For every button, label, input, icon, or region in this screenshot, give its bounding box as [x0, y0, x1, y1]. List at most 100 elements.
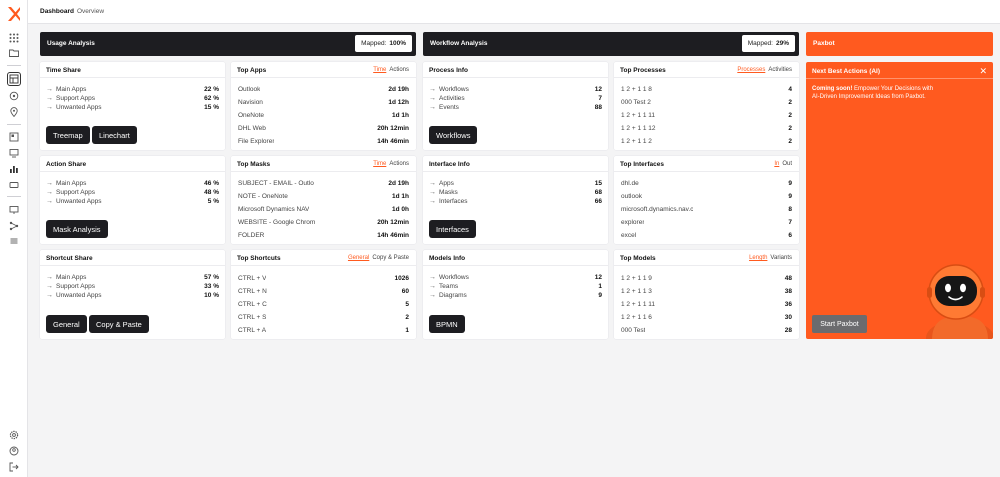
stat-row: → Activities 7: [429, 94, 602, 103]
start-paxbot-button[interactable]: Start Paxbot: [812, 315, 867, 333]
actions-link[interactable]: Actions: [389, 67, 409, 73]
apps-grid-icon[interactable]: [7, 31, 21, 45]
linechart-button[interactable]: Linechart: [92, 126, 137, 144]
breadcrumb-overview[interactable]: Overview: [77, 8, 104, 15]
stat-label: Activities: [439, 95, 465, 102]
list-item[interactable]: CTRL + N 60: [238, 286, 409, 296]
bpmn-button[interactable]: BPMN: [429, 315, 465, 333]
workflow-mapped-value: 29%: [775, 40, 789, 47]
user-icon[interactable]: [7, 444, 21, 458]
list-item[interactable]: 1 2 + 1 1 6 30: [621, 312, 792, 322]
logout-icon[interactable]: [7, 460, 21, 474]
list-item[interactable]: CTRL + V 1026: [238, 273, 409, 283]
list-item[interactable]: 000 Test 28: [621, 325, 792, 335]
item-label: File Explorer: [238, 137, 275, 145]
radar-icon[interactable]: [7, 89, 21, 103]
list-item[interactable]: 1 2 + 1 1 12 2: [621, 123, 792, 133]
card-links: Time Actions: [373, 67, 409, 73]
folder-icon[interactable]: [7, 46, 21, 60]
card-title: Top Apps: [237, 67, 267, 74]
length-link[interactable]: Length: [749, 255, 767, 261]
list-item[interactable]: 1 2 + 1 1 3 38: [621, 286, 792, 296]
variants-link[interactable]: Variants: [770, 255, 792, 261]
settings-icon[interactable]: [7, 428, 21, 442]
list-item[interactable]: 1 2 + 1 1 2 2: [621, 136, 792, 146]
list-item[interactable]: Outlook 2d 19h: [238, 84, 409, 94]
copy-paste-link[interactable]: Copy & Paste: [372, 255, 409, 261]
item-label: CTRL + C: [238, 300, 267, 308]
workflow-mapped-badge: Mapped: 29%: [741, 35, 795, 52]
item-label: Outlook: [238, 85, 261, 93]
list-item[interactable]: dhl.de 9: [621, 178, 792, 188]
card-title: Top Masks: [237, 161, 271, 168]
bar-chart-icon[interactable]: [7, 162, 21, 176]
list-item[interactable]: 1 2 + 1 1 9 48: [621, 273, 792, 283]
list-item[interactable]: NOTE - OneNote 1d 1h: [238, 191, 409, 201]
report-icon[interactable]: [7, 130, 21, 144]
list-item[interactable]: 1 2 + 1 1 11 2: [621, 110, 792, 120]
time-link[interactable]: Time: [373, 161, 386, 167]
card-icon[interactable]: [7, 178, 21, 192]
list-item[interactable]: microsoft.dynamics.nav.c 8: [621, 204, 792, 214]
display-icon[interactable]: [7, 203, 21, 217]
mask-analysis-button[interactable]: Mask Analysis: [46, 220, 108, 238]
actions-link[interactable]: Actions: [389, 161, 409, 167]
list-item[interactable]: explorer 7: [621, 217, 792, 227]
item-label: microsoft.dynamics.nav.c: [621, 205, 694, 213]
workflows-button[interactable]: Workflows: [429, 126, 478, 144]
general-button[interactable]: General: [46, 315, 87, 333]
list-item[interactable]: File Explorer 14h 46min: [238, 136, 409, 146]
list-item[interactable]: excel 6: [621, 230, 792, 240]
network-icon[interactable]: [7, 219, 21, 233]
copy-paste-button[interactable]: Copy & Paste: [89, 315, 149, 333]
sidebar-divider: [7, 196, 21, 197]
treemap-button[interactable]: Treemap: [46, 126, 90, 144]
list-icon[interactable]: [7, 234, 21, 248]
stat-label: Events: [439, 104, 459, 111]
monitor-icon[interactable]: [7, 146, 21, 160]
activities-link[interactable]: Activities: [768, 67, 792, 73]
arrow-right-icon: →: [429, 180, 436, 187]
list-item[interactable]: 1 2 + 1 1 11 36: [621, 299, 792, 309]
in-link[interactable]: In: [774, 161, 779, 167]
arrow-right-icon: →: [46, 189, 53, 196]
location-pin-icon[interactable]: [7, 105, 21, 119]
stat-row: → Main Apps 22 %: [46, 85, 219, 94]
item-label: OneNote: [238, 111, 265, 119]
list-item[interactable]: 000 Test 2 2: [621, 97, 792, 107]
list-item[interactable]: CTRL + C 5: [238, 299, 409, 309]
general-link[interactable]: General: [348, 255, 369, 261]
item-value: 1d 1h: [392, 192, 409, 200]
list-item[interactable]: CTRL + A 1: [238, 325, 409, 335]
arrow-right-icon: →: [429, 86, 436, 93]
list-item[interactable]: outlook 9: [621, 191, 792, 201]
stat-row: → Apps 15: [429, 179, 602, 188]
close-icon[interactable]: ✕: [979, 66, 987, 77]
item-value: 2: [405, 313, 409, 321]
processes-link[interactable]: Processes: [737, 67, 765, 73]
stat-value: 62 %: [204, 95, 219, 102]
logo-icon[interactable]: [6, 6, 22, 22]
out-link[interactable]: Out: [782, 161, 792, 167]
item-value: 2d 19h: [388, 85, 409, 93]
list-item[interactable]: CTRL + S 2: [238, 312, 409, 322]
list-item[interactable]: OneNote 1d 1h: [238, 110, 409, 120]
list-item[interactable]: WEBSITE - Google Chrom 20h 12min: [238, 217, 409, 227]
list-item[interactable]: SUBJECT - EMAIL - Outlo 2d 19h: [238, 178, 409, 188]
arrow-right-icon: →: [46, 180, 53, 187]
interfaces-button[interactable]: Interfaces: [429, 220, 476, 238]
list-item[interactable]: DHL Web 20h 12min: [238, 123, 409, 133]
item-label: excel: [621, 231, 637, 239]
stat-label: Workflows: [439, 86, 469, 93]
time-link[interactable]: Time: [373, 67, 386, 73]
list-item[interactable]: Navision 1d 12h: [238, 97, 409, 107]
list-item[interactable]: Microsoft Dynamics NAV 1d 0h: [238, 204, 409, 214]
stat-row: → Diagrams 9: [429, 291, 602, 300]
item-value: 8: [788, 205, 792, 213]
list-item[interactable]: FOLDER 14h 46min: [238, 230, 409, 240]
list-item[interactable]: 1 2 + 1 1 8 4: [621, 84, 792, 94]
dashboard-icon[interactable]: [7, 72, 21, 86]
top-shortcuts-card: Top Shortcuts General Copy & Paste CTRL +…: [231, 250, 416, 339]
card-divider: [614, 77, 799, 78]
breadcrumb-dashboard[interactable]: Dashboard: [40, 8, 74, 15]
